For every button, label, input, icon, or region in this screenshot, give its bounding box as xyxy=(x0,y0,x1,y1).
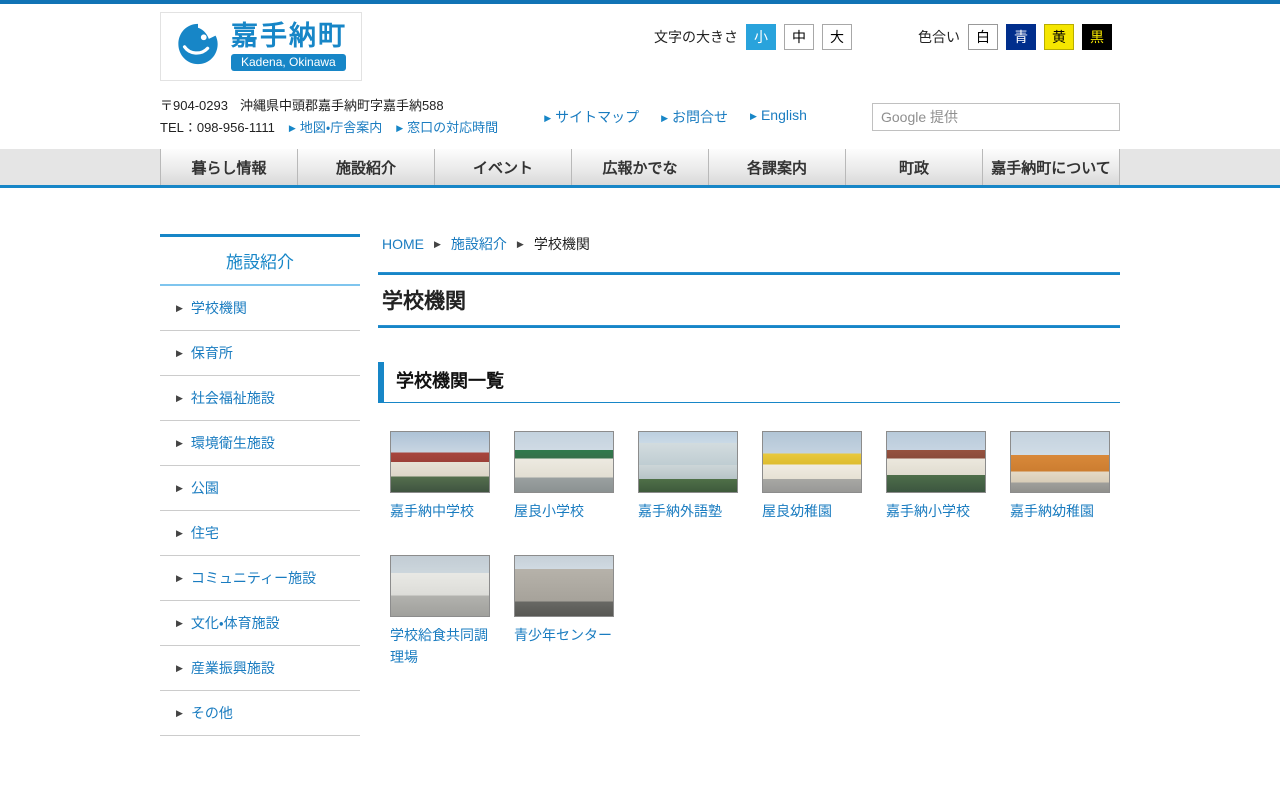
nav-tab-about-kadena[interactable]: 嘉手納町について xyxy=(983,149,1120,185)
address-block: 〒904-0293 沖縄県中頭郡嘉手納町字嘉手納588 TEL：098-956-… xyxy=(160,95,498,139)
site-subtitle: Kadena, Okinawa xyxy=(231,54,346,71)
tel-text: TEL：098-956-1111 xyxy=(160,117,275,139)
school-photo[interactable] xyxy=(514,555,614,617)
sidebar-title: 施設紹介 xyxy=(160,234,360,286)
global-nav: 暮らし情報 施設紹介 イベント 広報かでな 各課案内 町政 嘉手納町について xyxy=(0,149,1280,188)
arrow-icon: ▶ xyxy=(176,348,183,359)
arrow-icon: ▶ xyxy=(176,528,183,539)
nav-tab-facilities[interactable]: 施設紹介 xyxy=(298,149,435,185)
title-rule-bottom xyxy=(378,325,1120,328)
school-link[interactable]: 屋良幼稚園 xyxy=(762,501,864,523)
sidebar-item-social-welfare[interactable]: ▶社会福祉施設 xyxy=(160,376,360,421)
school-link[interactable]: 嘉手納小学校 xyxy=(886,501,988,523)
page-title-block: 学校機関 xyxy=(378,272,1120,328)
kadena-bird-logo-icon xyxy=(175,21,221,72)
sidebar-item-nursery[interactable]: ▶保育所 xyxy=(160,331,360,376)
school-link[interactable]: 嘉手納外語塾 xyxy=(638,501,740,523)
school-link[interactable]: 嘉手納中学校 xyxy=(390,501,492,523)
sidebar-item-industry[interactable]: ▶産業振興施設 xyxy=(160,646,360,691)
chevron-right-icon: ▶ xyxy=(517,239,524,250)
color-scheme-blue-button[interactable]: 青 xyxy=(1006,24,1036,50)
nav-tab-departments[interactable]: 各課案内 xyxy=(709,149,846,185)
arrow-icon: ▶ xyxy=(544,113,551,123)
school-photo[interactable] xyxy=(514,431,614,493)
color-scheme-black-button[interactable]: 黒 xyxy=(1082,24,1112,50)
arrow-icon: ▶ xyxy=(289,123,296,133)
school-card-yara-kindergarten[interactable]: 屋良幼稚園 xyxy=(762,431,864,523)
search-box xyxy=(872,103,1120,131)
color-scheme-yellow-button[interactable]: 黄 xyxy=(1044,24,1074,50)
arrow-icon: ▶ xyxy=(176,393,183,404)
school-photo[interactable] xyxy=(1010,431,1110,493)
google-search-input[interactable] xyxy=(872,103,1120,131)
arrow-icon: ▶ xyxy=(176,438,183,449)
school-link[interactable]: 屋良小学校 xyxy=(514,501,616,523)
office-hours-link[interactable]: ▶窓口の対応時間 xyxy=(396,117,498,139)
arrow-icon: ▶ xyxy=(176,573,183,584)
postal-code: 〒904-0293 xyxy=(160,95,228,117)
font-size-label: 文字の大きさ xyxy=(654,27,738,47)
sidebar-item-other[interactable]: ▶その他 xyxy=(160,691,360,736)
site-header: 嘉手納町 Kadena, Okinawa 文字の大きさ 小 中 大 色合い 白 … xyxy=(160,4,1120,149)
sidebar-item-environment[interactable]: ▶環境衛生施設 xyxy=(160,421,360,466)
map-office-guide-link[interactable]: ▶地図・庁舎案内 xyxy=(289,117,382,139)
arrow-icon: ▶ xyxy=(396,123,403,133)
arrow-icon: ▶ xyxy=(176,708,183,719)
sidebar-item-parks[interactable]: ▶公園 xyxy=(160,466,360,511)
font-size-medium-button[interactable]: 中 xyxy=(784,24,814,50)
nav-tab-public-relations[interactable]: 広報かでな xyxy=(572,149,709,185)
nav-tab-living-info[interactable]: 暮らし情報 xyxy=(160,149,298,185)
breadcrumb-home-link[interactable]: HOME xyxy=(382,236,424,252)
breadcrumb: HOME ▶ 施設紹介 ▶ 学校機関 xyxy=(382,234,1120,254)
address-text: 沖縄県中頭郡嘉手納町字嘉手納588 xyxy=(240,95,444,117)
arrow-icon: ▶ xyxy=(176,618,183,629)
school-card-yara-elementary[interactable]: 屋良小学校 xyxy=(514,431,616,523)
school-card-kadena-elementary[interactable]: 嘉手納小学校 xyxy=(886,431,988,523)
sidebar-item-housing[interactable]: ▶住宅 xyxy=(160,511,360,556)
school-card-kadena-kindergarten[interactable]: 嘉手納幼稚園 xyxy=(1010,431,1112,523)
accessibility-controls: 文字の大きさ 小 中 大 色合い 白 青 黄 黒 xyxy=(654,24,1120,50)
arrow-icon: ▶ xyxy=(661,113,668,123)
school-photo[interactable] xyxy=(886,431,986,493)
color-scheme-white-button[interactable]: 白 xyxy=(968,24,998,50)
school-photo[interactable] xyxy=(390,555,490,617)
site-logo[interactable]: 嘉手納町 Kadena, Okinawa xyxy=(160,12,362,81)
school-photo[interactable] xyxy=(762,431,862,493)
school-card-kadena-junior-high[interactable]: 嘉手納中学校 xyxy=(390,431,492,523)
sidebar-item-culture-sports[interactable]: ▶文化・体育施設 xyxy=(160,601,360,646)
font-size-small-button[interactable]: 小 xyxy=(746,24,776,50)
utility-links: ▶サイトマップ ▶お問合せ ▶English xyxy=(544,107,807,127)
font-size-large-button[interactable]: 大 xyxy=(822,24,852,50)
nav-tab-events[interactable]: イベント xyxy=(435,149,572,185)
page-title: 学校機関 xyxy=(378,275,1120,325)
sidebar-item-community[interactable]: ▶コミュニティー施設 xyxy=(160,556,360,601)
section-heading: 学校機関一覧 xyxy=(378,362,1120,403)
contact-link[interactable]: ▶お問合せ xyxy=(661,107,728,127)
main-content: HOME ▶ 施設紹介 ▶ 学校機関 学校機関 学校機関一覧 嘉手納中学校 xyxy=(378,234,1120,668)
nav-tab-town-government[interactable]: 町政 xyxy=(846,149,983,185)
school-link[interactable]: 学校給食共同調理場 xyxy=(390,625,492,668)
school-card-kadena-gaigo-juku[interactable]: 嘉手納外語塾 xyxy=(638,431,740,523)
page: 嘉手納町 Kadena, Okinawa 文字の大きさ 小 中 大 色合い 白 … xyxy=(0,0,1280,800)
chevron-right-icon: ▶ xyxy=(434,239,441,250)
sitemap-link[interactable]: ▶サイトマップ xyxy=(544,107,639,127)
school-link[interactable]: 青少年センター xyxy=(514,625,616,647)
breadcrumb-facilities-link[interactable]: 施設紹介 xyxy=(451,234,507,254)
english-link[interactable]: ▶English xyxy=(750,107,807,127)
color-scheme-label: 色合い xyxy=(918,27,960,47)
school-card-youth-center[interactable]: 青少年センター xyxy=(514,555,616,668)
school-photo[interactable] xyxy=(638,431,738,493)
school-photo[interactable] xyxy=(390,431,490,493)
site-name: 嘉手納町 xyxy=(231,21,347,51)
school-card-school-lunch-center[interactable]: 学校給食共同調理場 xyxy=(390,555,492,668)
arrow-icon: ▶ xyxy=(176,483,183,494)
arrow-icon: ▶ xyxy=(176,303,183,314)
arrow-icon: ▶ xyxy=(750,111,757,121)
arrow-icon: ▶ xyxy=(176,663,183,674)
sidebar-item-schools[interactable]: ▶学校機関 xyxy=(160,286,360,331)
school-list: 嘉手納中学校 屋良小学校 嘉手納外語塾 屋良幼稚園 嘉手納小学校 xyxy=(390,431,1120,668)
breadcrumb-current: 学校機関 xyxy=(534,234,590,254)
sidebar: 施設紹介 ▶学校機関 ▶保育所 ▶社会福祉施設 ▶環境衛生施設 ▶公園 ▶住宅 … xyxy=(160,234,360,736)
school-link[interactable]: 嘉手納幼稚園 xyxy=(1010,501,1112,523)
